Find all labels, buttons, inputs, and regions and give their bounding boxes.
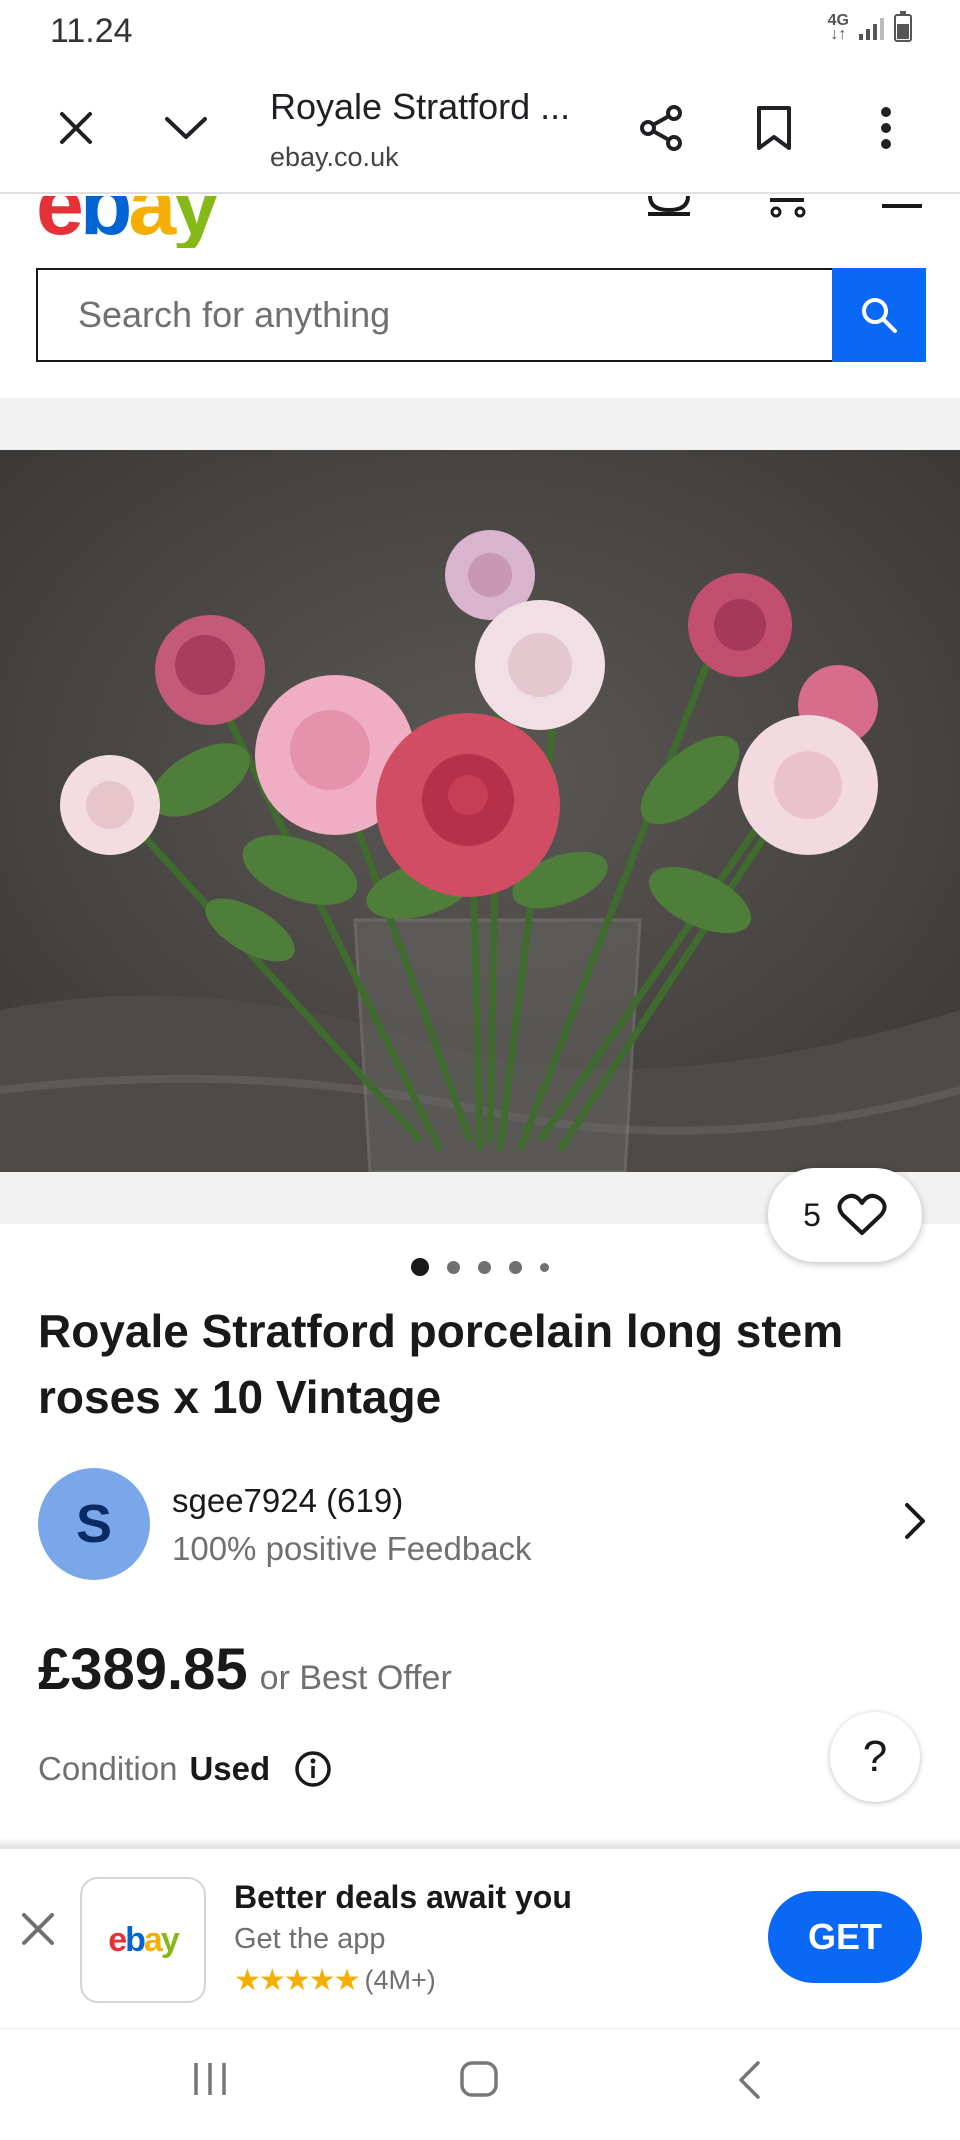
browser-toolbar: Royale Stratford ... ebay.co.uk [0, 64, 960, 194]
rating-count: (4M+) [364, 1965, 436, 1995]
data-arrows-icon: ↓↑ [830, 26, 847, 43]
seller-info[interactable]: S sgee7924 (619) 100% positive Feedback [38, 1468, 928, 1580]
help-button[interactable]: ? [830, 1712, 920, 1802]
system-nav-bar [0, 2028, 960, 2140]
ebay-header: ebay [0, 196, 960, 248]
search-button[interactable] [832, 268, 926, 362]
seller-name: sgee7924 (619) [172, 1482, 404, 1519]
chevron-down-icon[interactable] [150, 92, 222, 164]
search-input[interactable] [36, 268, 834, 362]
condition-label: Condition [38, 1750, 178, 1787]
page-title: Royale Stratford ... [270, 86, 571, 127]
product-photo [0, 450, 960, 1172]
status-bar: 11.24 4G ↓↑ [0, 0, 960, 64]
ebay-logo[interactable]: ebay [36, 196, 220, 248]
search-icon [862, 298, 897, 333]
back-icon[interactable] [734, 2059, 764, 2106]
menu-icon[interactable] [880, 196, 924, 221]
home-icon[interactable] [458, 2059, 500, 2104]
app-rating: ★★★★★ (4M+) [234, 1963, 436, 1998]
user-icon[interactable] [646, 196, 692, 221]
banner-subtitle: Get the app [234, 1923, 386, 1955]
close-icon[interactable] [40, 92, 112, 164]
product-image[interactable] [0, 450, 960, 1172]
bookmark-icon[interactable] [738, 92, 810, 164]
ebay-app-logo: ebay [80, 1877, 206, 2003]
close-banner-icon[interactable] [18, 1909, 58, 1954]
share-icon[interactable] [626, 92, 698, 164]
watchlist-button[interactable]: 5 [768, 1168, 922, 1262]
more-options-icon[interactable] [850, 92, 922, 164]
pagination-dot-active[interactable] [411, 1258, 429, 1276]
pagination-dot[interactable] [478, 1260, 491, 1274]
divider-strip [0, 398, 960, 450]
best-offer-label: or Best Offer [259, 1659, 452, 1697]
page-url: ebay.co.uk [270, 142, 399, 172]
app-banner: ebay Better deals await you Get the app … [0, 1848, 960, 2028]
seller-feedback: 100% positive Feedback [172, 1530, 532, 1567]
pagination-dot[interactable] [509, 1260, 522, 1274]
watch-count: 5 [803, 1196, 821, 1233]
condition-value: Used [189, 1750, 271, 1787]
heart-icon [837, 1193, 887, 1235]
condition-row: Condition Used [38, 1750, 332, 1788]
status-time: 11.24 [50, 12, 133, 50]
listing-title: Royale Stratford porcelain long stem ros… [38, 1305, 844, 1423]
cart-icon[interactable] [766, 196, 810, 225]
price: £389.85 [38, 1637, 248, 1702]
search-bar [36, 268, 926, 362]
pagination-dot[interactable] [447, 1260, 460, 1274]
image-pagination [0, 1258, 960, 1276]
star-rating-icon: ★★★★★ [234, 1964, 360, 1997]
battery-icon [894, 11, 912, 42]
seller-avatar: S [38, 1468, 150, 1580]
price-row: £389.85 or Best Offer [38, 1636, 452, 1703]
recent-apps-icon[interactable] [190, 2059, 230, 2104]
banner-title: Better deals await you [234, 1879, 572, 1915]
chevron-right-icon [902, 1500, 928, 1547]
network-indicator: 4G ↓↑ [828, 13, 849, 43]
get-app-button[interactable]: GET [768, 1891, 922, 1983]
system-icons: 4G ↓↑ [828, 11, 912, 43]
info-icon[interactable] [294, 1750, 332, 1788]
signal-icon [859, 16, 884, 40]
pagination-dot[interactable] [540, 1262, 549, 1272]
